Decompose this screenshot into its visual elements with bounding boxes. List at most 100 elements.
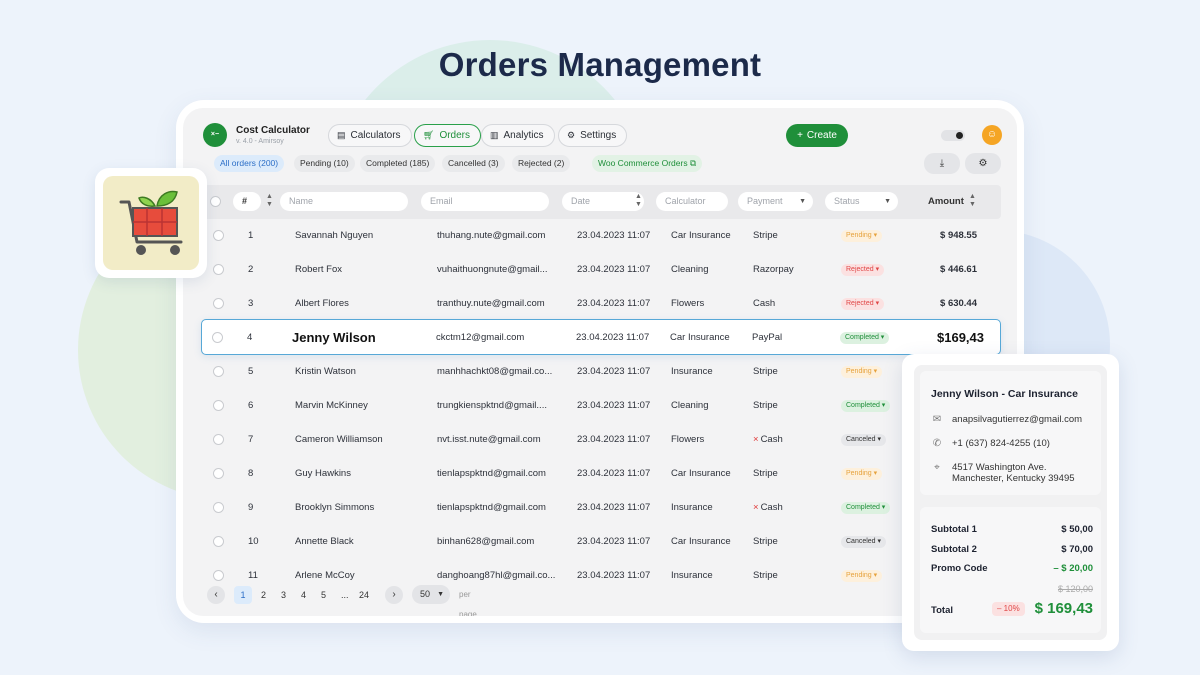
nav-analytics[interactable]: ▥ Analytics xyxy=(481,124,555,147)
plus-icon: + xyxy=(797,130,803,141)
row-checkbox[interactable] xyxy=(213,536,224,547)
cart-icon: 🛒︎ xyxy=(423,130,435,140)
email-filter-input[interactable]: Email xyxy=(421,192,549,211)
sort-icon[interactable]: ▲ ▼ xyxy=(969,193,976,209)
detail-email: ✉ anapsilvagutierrez@gmail.com xyxy=(932,414,1083,425)
sort-icon[interactable]: ▲ ▼ xyxy=(266,193,273,209)
table-row[interactable]: 11 Arlene McCoy danghoang87hl@gmail.co..… xyxy=(203,559,1001,585)
status-badge[interactable]: Rejected ▾ xyxy=(841,264,885,276)
cart-illustration xyxy=(103,176,199,270)
page-5[interactable]: 5 xyxy=(321,585,326,605)
status-badge[interactable]: Completed ▾ xyxy=(841,400,891,412)
filter-completed[interactable]: Completed (185) xyxy=(360,155,436,172)
table-row[interactable]: 9 Brooklyn Simmons tienlapspktnd@gmail.c… xyxy=(203,491,1001,525)
failed-icon: × xyxy=(753,502,759,513)
prev-page-button[interactable]: ‹ xyxy=(207,586,225,604)
failed-icon: × xyxy=(753,434,759,445)
settings-button[interactable]: ⚙ xyxy=(965,153,1001,174)
nav-calculators[interactable]: ▤ Calculators xyxy=(328,124,412,147)
payment-cell: × Cash xyxy=(753,434,783,445)
table-row[interactable]: 2 Robert Fox vuhaithuongnute@gmail... 23… xyxy=(203,253,1001,287)
row-checkbox[interactable] xyxy=(213,264,224,275)
table-row[interactable]: 7 Cameron Williamson nvt.isst.nute@gmail… xyxy=(203,423,1001,457)
calculator-icon: ▤ xyxy=(337,130,346,140)
chevron-down-icon: ▼ xyxy=(437,591,444,598)
row-checkbox[interactable] xyxy=(213,434,224,445)
nav-orders[interactable]: 🛒︎ Orders xyxy=(414,124,481,147)
order-summary: Subtotal 1 $ 50,00 Subtotal 2 $ 70,00 Prom… xyxy=(920,507,1101,633)
row-checkbox[interactable] xyxy=(212,332,223,343)
header-num: # xyxy=(233,192,261,211)
name-filter-input[interactable]: Name xyxy=(280,192,408,211)
status-badge[interactable]: Rejected ▾ xyxy=(841,298,885,310)
status-badge[interactable]: Completed ▾ xyxy=(840,332,890,344)
phone-icon: ✆ xyxy=(932,438,942,449)
row-checkbox[interactable] xyxy=(213,570,224,581)
page-2[interactable]: 2 xyxy=(261,585,266,605)
status-filter-select[interactable]: Status ▼ xyxy=(825,192,898,211)
payment-cell: × Cash xyxy=(753,502,783,513)
sort-icon[interactable]: ▲ ▼ xyxy=(635,193,642,209)
create-button[interactable]: + Create xyxy=(786,124,848,147)
gear-icon: ⚙ xyxy=(978,158,988,169)
status-badge[interactable]: Completed ▾ xyxy=(841,502,891,514)
filter-cancelled[interactable]: Cancelled (3) xyxy=(442,155,505,172)
user-avatar-icon[interactable]: ☺ xyxy=(982,125,1002,145)
calculator-filter-input[interactable]: Calculator xyxy=(656,192,728,211)
download-button[interactable]: ⤓ xyxy=(924,153,960,174)
table-row[interactable]: 10 Annette Black binhan628@gmail.com 23.… xyxy=(203,525,1001,559)
table-row[interactable]: 5 Kristin Watson manhhachkt08@gmail.co..… xyxy=(203,355,1001,389)
row-checkbox[interactable] xyxy=(213,468,224,479)
chevron-down-icon: ▼ xyxy=(884,198,891,205)
chart-icon: ▥ xyxy=(490,130,499,140)
status-badge[interactable]: Pending ▾ xyxy=(841,230,883,242)
page-24[interactable]: 24 xyxy=(359,585,369,605)
subtotal-2: Subtotal 2 $ 70,00 xyxy=(931,544,1093,555)
status-badge[interactable]: Canceled ▾ xyxy=(841,434,887,446)
per-page-label: per page xyxy=(459,590,477,616)
download-icon: ⤓ xyxy=(939,158,945,169)
table-row[interactable]: 6 Marvin McKinney trungkienspktnd@gmail.… xyxy=(203,389,1001,423)
page-title: Orders Management xyxy=(438,46,762,83)
status-badge[interactable]: Canceled ▾ xyxy=(841,536,887,548)
page-1[interactable]: 1 xyxy=(234,586,252,604)
gear-icon: ⚙ xyxy=(567,130,576,140)
total-amount: $ 169,43 xyxy=(1034,600,1093,617)
filter-woocommerce[interactable]: Woo Commerce Orders ⧉ xyxy=(592,155,703,172)
row-checkbox[interactable] xyxy=(213,230,224,241)
app-window: ×− Cost Calculator v. 4.0 - Amirsoy ▤ Ca… xyxy=(176,100,1024,623)
page-4[interactable]: 4 xyxy=(301,585,306,605)
original-total: $ 120,00 xyxy=(1057,584,1093,594)
theme-toggle[interactable] xyxy=(941,130,965,141)
external-link-icon: ⧉ xyxy=(689,158,697,168)
row-checkbox[interactable] xyxy=(213,502,224,513)
status-badge[interactable]: Pending ▾ xyxy=(841,366,883,378)
filter-rejected[interactable]: Rejected (2) xyxy=(512,155,571,172)
row-checkbox[interactable] xyxy=(213,298,224,309)
status-badge[interactable]: Pending ▾ xyxy=(841,570,883,582)
table-row[interactable]: 3 Albert Flores tranthuy.nute@gmail.com … xyxy=(203,287,1001,321)
page-3[interactable]: 3 xyxy=(281,585,286,605)
page-ellipsis: ... xyxy=(341,590,349,600)
status-badge[interactable]: Pending ▾ xyxy=(841,468,883,480)
filter-all-orders[interactable]: All orders (200) xyxy=(214,155,285,172)
discount-badge: – 10% xyxy=(992,602,1025,616)
next-page-button[interactable]: › xyxy=(385,586,403,604)
row-checkbox[interactable] xyxy=(213,366,224,377)
page-size-select[interactable]: 50 ▼ xyxy=(412,585,450,604)
row-checkbox[interactable] xyxy=(213,400,224,411)
filter-pending[interactable]: Pending (10) xyxy=(294,155,355,172)
app-version: v. 4.0 - Amirsoy xyxy=(236,138,284,145)
table-row[interactable]: 8 Guy Hawkins tienlapspktnd@gmail.com 23… xyxy=(203,457,1001,491)
payment-filter-select[interactable]: Payment ▼ xyxy=(738,192,813,211)
select-all-checkbox[interactable] xyxy=(210,196,221,207)
detail-address: ⌖ 4517 Washington Ave. Manchester, Kentuc… xyxy=(931,462,1074,484)
nav-settings[interactable]: ⚙ Settings xyxy=(558,124,628,147)
date-filter-input[interactable]: Date xyxy=(562,192,644,211)
table-row-selected[interactable]: 4 Jenny Wilson ckctm12@gmail.com 23.04.2… xyxy=(201,319,1001,355)
chevron-right-icon: › xyxy=(392,589,396,600)
detail-title: Jenny Wilson - Car Insurance xyxy=(931,388,1078,400)
app-logo-icon: ×− xyxy=(203,123,227,147)
table-row[interactable]: 1 Savannah Nguyen thuhang.nute@gmail.com… xyxy=(203,219,1001,253)
chevron-left-icon: ‹ xyxy=(214,589,218,600)
